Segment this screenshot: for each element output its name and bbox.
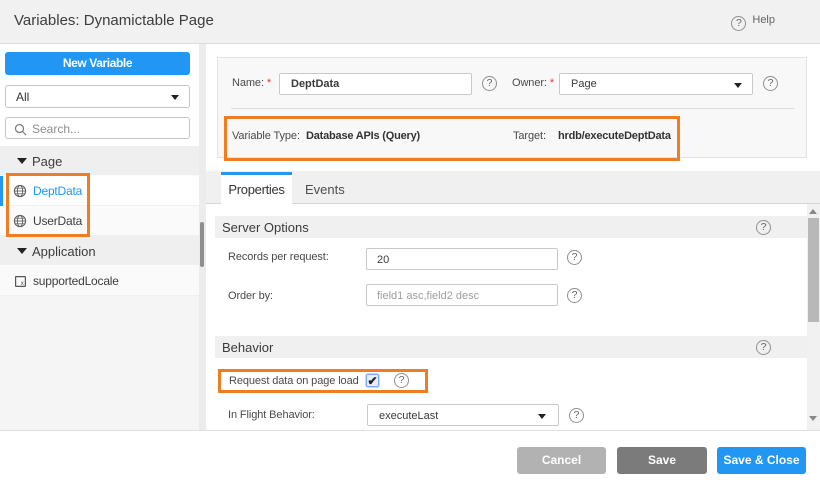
svg-text:x: x bbox=[21, 280, 25, 287]
